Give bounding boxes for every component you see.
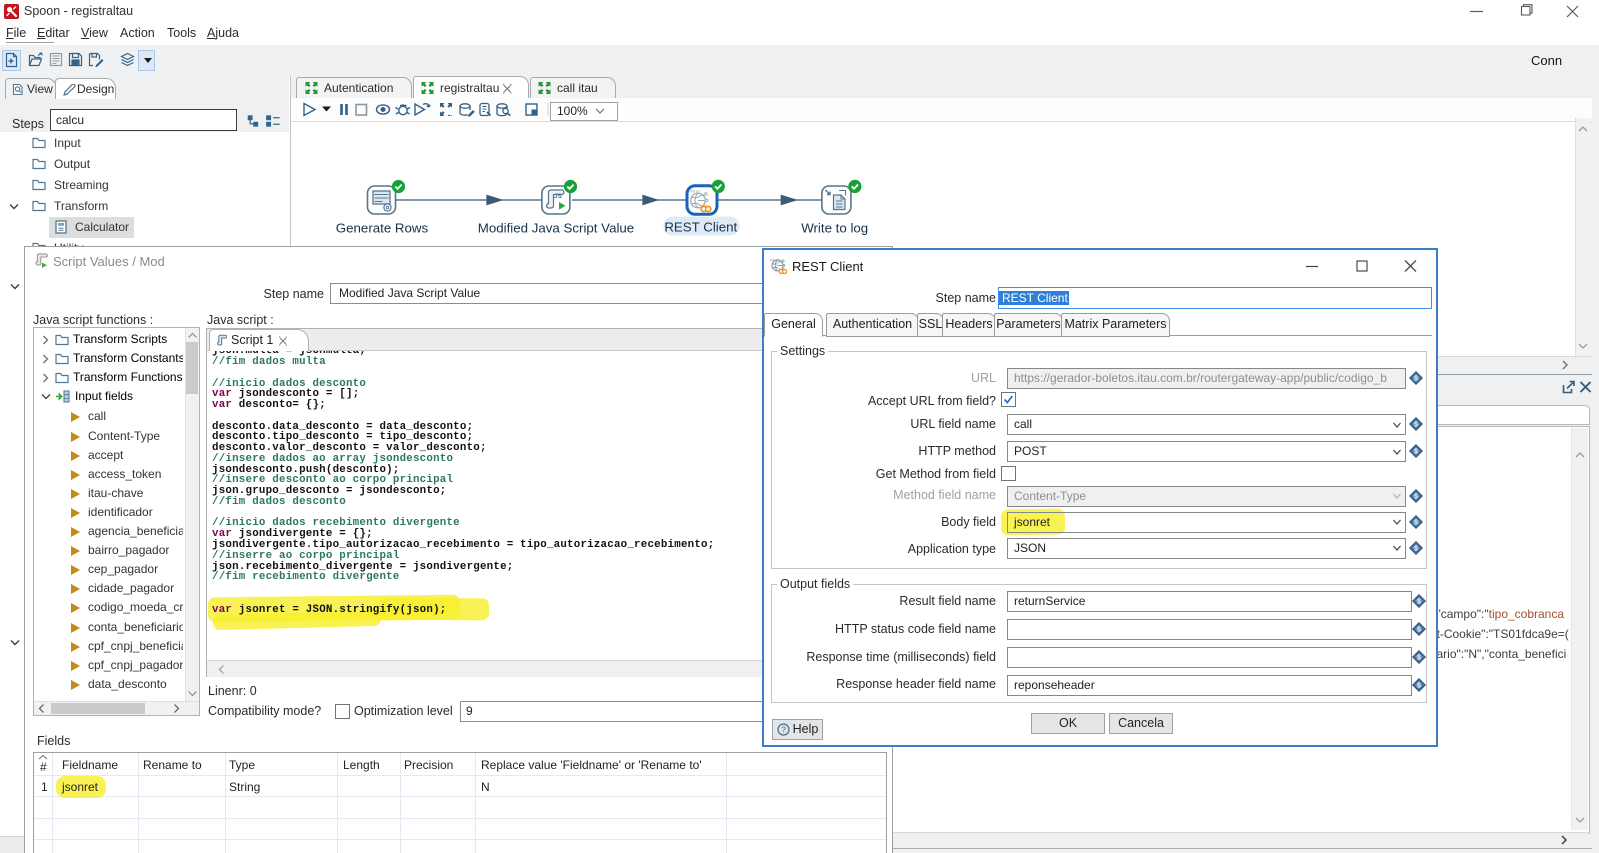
svg-text:Write to log: Write to log [801,221,868,236]
svg-text:$: $ [1417,683,1421,690]
svg-text:Modified Java Script Value: Modified Java Script Value [478,221,634,236]
svg-text:$: $ [1414,494,1418,501]
svg-text:$: $ [1417,599,1421,606]
svg-text:?: ? [781,725,786,735]
svg-text:JS: JS [554,193,563,200]
svg-text:$: $ [1417,655,1421,662]
svg-text:REST Client: REST Client [664,220,737,235]
svg-text:$: $ [1414,520,1418,527]
svg-text:$: $ [1414,449,1418,456]
svg-text:REST: REST [690,189,701,194]
svg-text:$: $ [1414,376,1418,383]
svg-text:$: $ [1414,422,1418,429]
svg-text:$: $ [1414,546,1418,553]
svg-text:$: $ [1417,627,1421,634]
svg-text:Generate Rows: Generate Rows [336,221,429,236]
